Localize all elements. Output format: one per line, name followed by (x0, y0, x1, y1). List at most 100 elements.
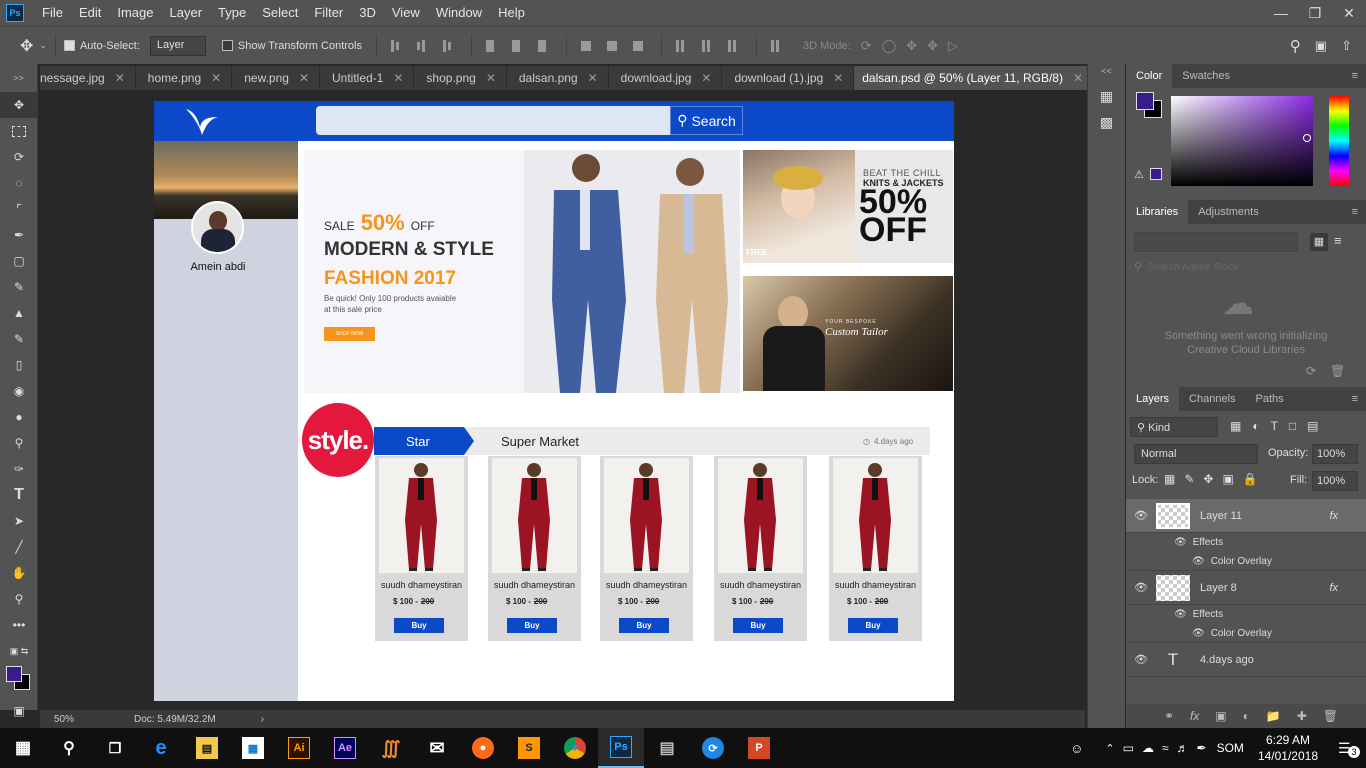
properties-panel-icon[interactable]: ▩ (1088, 114, 1125, 140)
auto-select-dropdown[interactable]: Layer (149, 35, 206, 56)
visibility-eye-icon[interactable]: 👁 (1126, 653, 1156, 666)
history-panel-icon[interactable]: ▦ (1088, 88, 1125, 114)
volume-icon[interactable]: ♬ (1177, 741, 1189, 755)
layer-row[interactable]: 👁 T 4.days ago (1126, 643, 1366, 677)
panel-menu-icon[interactable]: ≡ (1344, 200, 1366, 224)
clock[interactable]: 6:29 AM 14/01/2018 (1258, 732, 1318, 764)
visibility-eye-icon[interactable]: 👁 (1126, 509, 1156, 522)
folder-icon[interactable]: 📁 (1266, 709, 1281, 723)
windows-start-icon[interactable]: ▦ (0, 728, 46, 768)
align-bottom-icon[interactable] (442, 39, 457, 53)
tab-download-1[interactable]: download (1).jpg ✕ (722, 66, 855, 90)
search-icon[interactable]: ⚲ (1290, 37, 1301, 55)
menu-help[interactable]: Help (490, 0, 533, 26)
product-card[interactable]: suudh dhameystiran $ 100 -200 Buy (488, 456, 581, 641)
buy-button[interactable]: Buy (848, 618, 898, 633)
buy-button[interactable]: Buy (507, 618, 557, 633)
powerpoint-icon[interactable]: P (736, 728, 782, 768)
align-top-icon[interactable] (390, 39, 405, 53)
edge-icon[interactable]: e (138, 728, 184, 768)
close-icon[interactable]: ✕ (1073, 71, 1083, 85)
distribute-bottom-icon[interactable] (632, 39, 647, 53)
blur-tool-icon[interactable]: ● (0, 404, 38, 430)
buy-button[interactable]: Buy (619, 618, 669, 633)
color-overlay-row[interactable]: 👁 Color Overlay (1126, 552, 1366, 571)
close-icon[interactable]: ✕ (833, 71, 843, 85)
layer-row[interactable]: 👁 Layer 11 fx (1126, 499, 1366, 533)
color-swatches[interactable] (0, 664, 37, 698)
eyedropper-tool-icon[interactable]: ✒ (0, 222, 38, 248)
tab-layers[interactable]: Layers (1126, 387, 1180, 411)
eraser-tool-icon[interactable]: ▯ (0, 352, 38, 378)
default-colors-icon[interactable]: ▣ ⇆ (0, 638, 38, 664)
distribute-left-icon[interactable] (675, 39, 690, 53)
visibility-eye-icon[interactable]: 👁 (1126, 581, 1156, 594)
menu-view[interactable]: View (384, 0, 428, 26)
menu-window[interactable]: Window (428, 0, 490, 26)
visibility-eye-icon[interactable]: 👁 (1192, 628, 1205, 639)
auto-select-checkbox[interactable] (63, 40, 75, 51)
history-brush-icon[interactable]: ✎ (0, 326, 38, 352)
pen-icon[interactable]: ✒ (1197, 741, 1207, 755)
menu-image[interactable]: Image (109, 0, 161, 26)
brush-tool-icon[interactable]: ✎ (0, 274, 38, 300)
hero-shop-now-button[interactable]: SHOP NOW (324, 327, 375, 341)
link-icon[interactable]: ⚭ (1164, 709, 1174, 723)
sublime-icon[interactable]: S (506, 728, 552, 768)
restore-icon[interactable]: ❐ (1298, 5, 1332, 22)
product-card[interactable]: suudh dhameystiran $ 100 -200 Buy (600, 456, 693, 641)
tab-dalsan-psd[interactable]: dalsan.psd @ 50% (Layer 11, RGB/8) ✕ (854, 66, 1095, 90)
foreground-color[interactable] (1136, 92, 1154, 110)
panel-menu-icon[interactable]: ≡ (1344, 64, 1366, 88)
distribute-hcenter-icon[interactable] (701, 39, 716, 53)
mask-icon[interactable]: ▣ (1215, 709, 1226, 723)
align-left-icon[interactable] (485, 39, 500, 53)
marquee-tool-icon[interactable] (0, 118, 38, 144)
after-effects-icon[interactable]: Ae (322, 728, 368, 768)
tab-shop[interactable]: shop.png ✕ (414, 66, 507, 90)
zoom-tool-icon[interactable]: ⚲ (0, 586, 38, 612)
library-search-placeholder[interactable]: Search Adobe Stock (1148, 262, 1239, 273)
adjustment-icon[interactable]: ◐ (1243, 709, 1250, 723)
panel-menu-icon[interactable]: ≡ (1344, 387, 1366, 411)
dodge-tool-icon[interactable]: ⚲ (0, 430, 38, 456)
tab-untitled[interactable]: Untitled-1 ✕ (320, 66, 415, 90)
product-card[interactable]: suudh dhameystiran $ 100 -200 Buy (375, 456, 468, 641)
close-icon[interactable]: ✕ (115, 71, 125, 85)
menu-filter[interactable]: Filter (306, 0, 351, 26)
layer-filter-dropdown[interactable]: ⚲ Kind (1130, 417, 1218, 437)
library-dropdown[interactable] (1134, 232, 1298, 252)
foreground-color[interactable] (6, 666, 22, 682)
tab-download[interactable]: download.jpg ✕ (609, 66, 723, 90)
wifi-icon[interactable]: ≈ (1162, 741, 1169, 755)
hue-slider[interactable] (1329, 96, 1349, 186)
task-view-icon[interactable]: ❐ (92, 728, 138, 768)
sync-app-icon[interactable]: ⟳ (690, 728, 736, 768)
layer-filter-icons[interactable]: ▦◐T□▤ (1230, 419, 1330, 433)
menu-type[interactable]: Type (210, 0, 254, 26)
close-icon[interactable]: ✕ (701, 71, 711, 85)
menu-layer[interactable]: Layer (162, 0, 211, 26)
fx-icon[interactable]: fx (1329, 582, 1338, 594)
control-panel-icon[interactable]: ▤ (644, 728, 690, 768)
color-picker-field[interactable] (1171, 96, 1313, 186)
align-vcenter-icon[interactable] (416, 39, 431, 53)
paint-bucket-icon[interactable]: ◉ (0, 378, 38, 404)
path-select-icon[interactable]: ➤ (0, 508, 38, 534)
list-view-icon[interactable]: ≡ (1334, 233, 1342, 248)
product-card[interactable]: suudh dhameystiran $ 100 -200 Buy (714, 456, 807, 641)
effects-row[interactable]: 👁 Effects (1126, 605, 1366, 624)
close-icon[interactable]: ✕ (299, 71, 309, 85)
file-explorer-icon[interactable]: ▤ (184, 728, 230, 768)
tab-paths[interactable]: Paths (1246, 387, 1294, 411)
opacity-input[interactable]: 100% (1312, 444, 1358, 464)
menu-select[interactable]: Select (254, 0, 306, 26)
chevron-right-icon[interactable]: › (261, 714, 264, 725)
menu-edit[interactable]: Edit (71, 0, 109, 26)
collapse-icon[interactable]: >> (0, 64, 37, 92)
tab-dalsan-png[interactable]: dalsan.png ✕ (507, 66, 609, 90)
tab-market-label[interactable]: Super Market (501, 434, 579, 449)
buy-button[interactable]: Buy (394, 618, 444, 633)
color-overlay-row[interactable]: 👁 Color Overlay (1126, 624, 1366, 643)
language-indicator[interactable]: SOM (1217, 741, 1244, 755)
